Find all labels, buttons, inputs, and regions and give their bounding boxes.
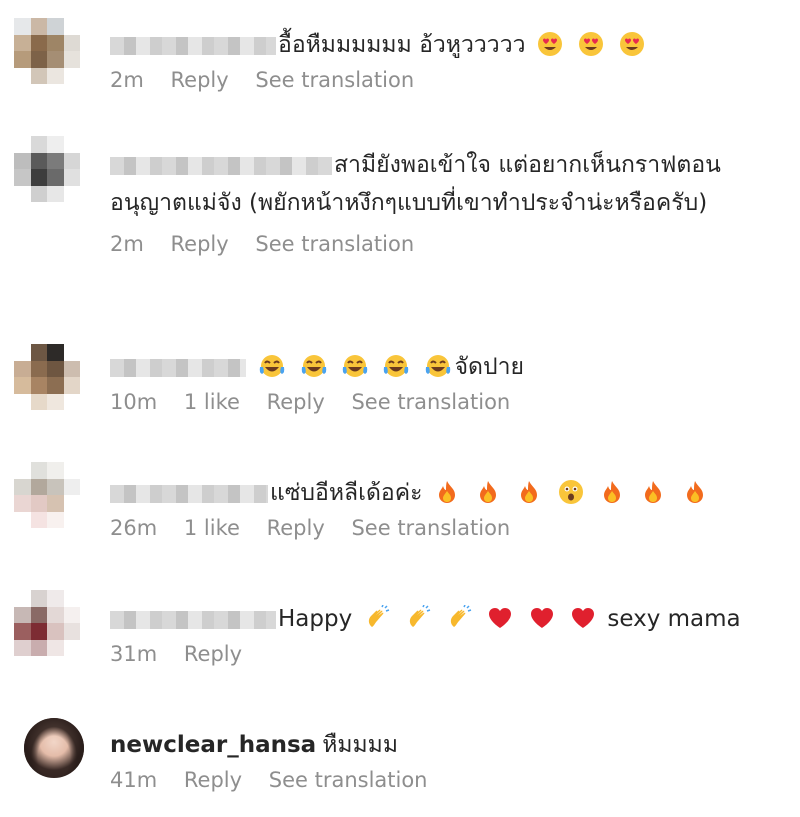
comment-meta: 41m Reply See translation bbox=[110, 768, 786, 792]
fire-icon bbox=[430, 480, 464, 506]
comment-text: แซ่บอีหลีเด้อค่ะ bbox=[110, 474, 786, 512]
heart-eyes-icon bbox=[533, 32, 567, 58]
tears-of-joy-icon bbox=[379, 354, 413, 380]
see-translation-button[interactable]: See translation bbox=[255, 232, 414, 256]
comment-text: จัดปาย bbox=[110, 348, 786, 386]
comment-time: 41m bbox=[110, 768, 158, 792]
clapping-hands-icon bbox=[442, 605, 476, 632]
comment-time: 31m bbox=[110, 642, 158, 666]
reply-button[interactable]: Reply bbox=[267, 390, 325, 414]
avatar[interactable] bbox=[14, 590, 80, 656]
clapping-hands-icon bbox=[401, 605, 435, 632]
reply-button[interactable]: Reply bbox=[184, 642, 242, 666]
heart-eyes-icon bbox=[615, 32, 649, 58]
comment-text: อื้อหืมมมมมม อ้วหูววววว bbox=[110, 26, 786, 64]
astonished-face-icon bbox=[554, 480, 588, 506]
comment-time: 26m bbox=[110, 516, 158, 540]
tears-of-joy-icon bbox=[255, 354, 289, 380]
fire-icon bbox=[678, 480, 712, 506]
avatar[interactable] bbox=[14, 344, 80, 410]
username-blurred[interactable] bbox=[110, 358, 246, 377]
avatar[interactable] bbox=[14, 462, 80, 528]
avatar[interactable] bbox=[14, 136, 80, 202]
fire-icon bbox=[595, 480, 629, 506]
red-heart-icon bbox=[483, 606, 517, 632]
comment-meta: 26m 1 like Reply See translation bbox=[110, 516, 786, 540]
username-blurred[interactable] bbox=[110, 610, 276, 629]
fire-icon bbox=[471, 480, 505, 506]
likes-count[interactable]: 1 like bbox=[184, 390, 240, 414]
tears-of-joy-icon bbox=[297, 354, 331, 380]
fire-icon bbox=[512, 480, 546, 506]
see-translation-button[interactable]: See translation bbox=[255, 68, 414, 92]
reply-button[interactable]: Reply bbox=[171, 232, 229, 256]
comment-text: Happy sexy mama bbox=[110, 600, 786, 638]
comment-time: 2m bbox=[110, 232, 144, 256]
comment-meta: 31m Reply bbox=[110, 642, 786, 666]
see-translation-button[interactable]: See translation bbox=[351, 516, 510, 540]
see-translation-button[interactable]: See translation bbox=[351, 390, 510, 414]
likes-count[interactable]: 1 like bbox=[184, 516, 240, 540]
avatar[interactable] bbox=[24, 718, 84, 778]
avatar[interactable] bbox=[14, 18, 80, 84]
tears-of-joy-icon bbox=[338, 354, 372, 380]
fire-icon bbox=[636, 480, 670, 506]
comment-time: 10m bbox=[110, 390, 158, 414]
comment-text: newclear_hansa หืมมมม bbox=[110, 732, 398, 758]
comment-meta: 10m 1 like Reply See translation bbox=[110, 390, 786, 414]
comment-meta: 2m Reply See translation bbox=[110, 68, 786, 92]
comment-time: 2m bbox=[110, 68, 144, 92]
comments-list: อื้อหืมมมมมม อ้วหูววววว 2m Reply See tra… bbox=[0, 0, 800, 817]
comment-text: สามียังพอเข้าใจ แต่อยากเห็นกราฟตอนอนุญาต… bbox=[110, 152, 721, 216]
heart-eyes-icon bbox=[574, 32, 608, 58]
username-blurred[interactable] bbox=[110, 484, 268, 503]
tears-of-joy-icon bbox=[421, 354, 455, 380]
red-heart-icon bbox=[566, 606, 600, 632]
reply-button[interactable]: Reply bbox=[184, 768, 242, 792]
reply-button[interactable]: Reply bbox=[171, 68, 229, 92]
red-heart-icon bbox=[525, 606, 559, 632]
see-translation-button[interactable]: See translation bbox=[269, 768, 428, 792]
username-blurred[interactable] bbox=[110, 36, 276, 55]
comment-meta: 2m Reply See translation bbox=[110, 232, 786, 256]
comment-username[interactable]: newclear_hansa bbox=[110, 732, 316, 758]
reply-button[interactable]: Reply bbox=[267, 516, 325, 540]
clapping-hands-icon bbox=[360, 605, 394, 632]
username-blurred[interactable] bbox=[110, 156, 332, 175]
